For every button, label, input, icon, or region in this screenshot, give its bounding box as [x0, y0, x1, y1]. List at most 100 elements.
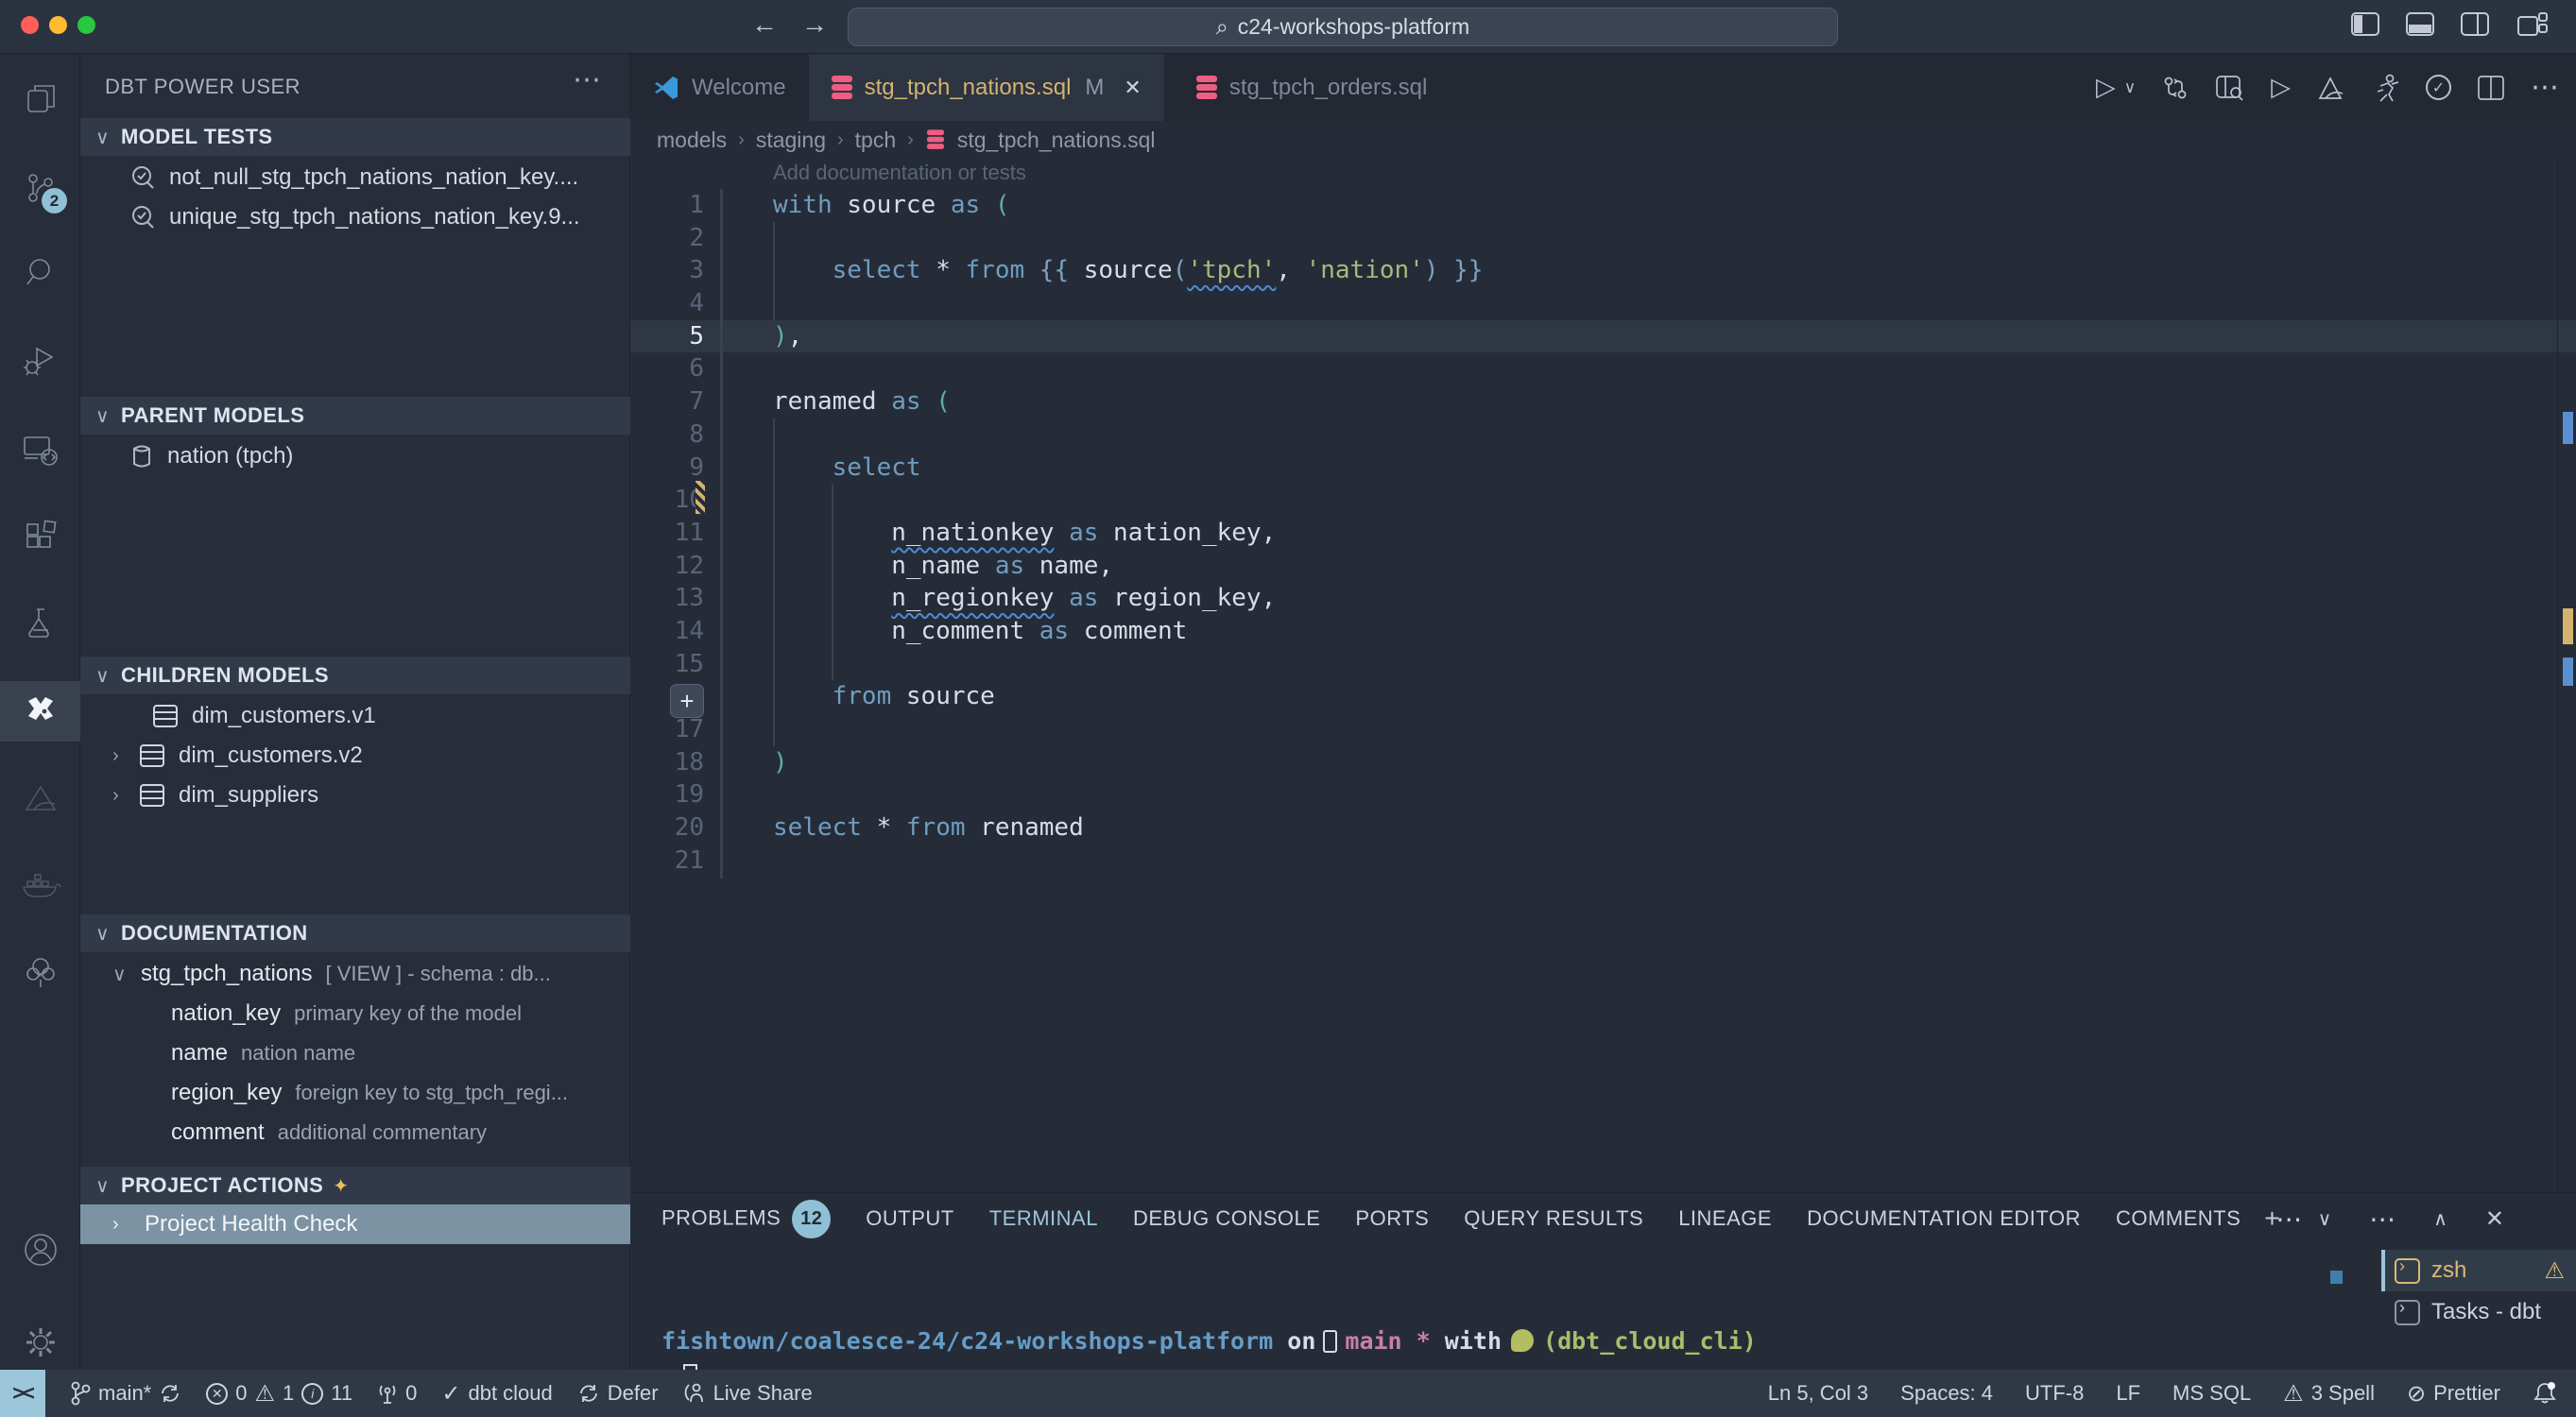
terminal-content[interactable]: fishtown/coalesce-24/c24-workshops-platf… — [630, 1244, 2378, 1370]
panel-tab-debug-console[interactable]: DEBUG CONSOLE — [1133, 1206, 1320, 1231]
dbt-icon[interactable] — [0, 768, 80, 828]
close-panel-icon[interactable]: ✕ — [2485, 1205, 2504, 1233]
doc-column-row[interactable]: nation_key primary key of the model — [80, 994, 630, 1033]
forward-icon[interactable]: → — [801, 9, 828, 40]
docker-icon[interactable] — [0, 855, 80, 915]
section-project-actions[interactable]: ∨ PROJECT ACTIONS ✦ — [80, 1167, 630, 1204]
panel-more-actions-icon[interactable]: ⋯ — [2369, 1204, 2396, 1235]
source-control-icon[interactable]: 2 — [0, 159, 80, 219]
run-fast-icon[interactable] — [2372, 73, 2400, 103]
breadcrumb-item[interactable]: models — [657, 128, 727, 153]
status-spell-checker[interactable]: ⚠ 3 Spell — [2283, 1380, 2375, 1408]
code-line[interactable]: 20select * from renamed — [630, 811, 2576, 845]
search-sidebar-icon[interactable] — [0, 243, 80, 303]
code-line[interactable]: 1with source as ( — [630, 189, 2576, 222]
code-line[interactable]: 10 — [630, 484, 2576, 517]
code-line[interactable]: 9 select — [630, 452, 2576, 485]
execute-query-icon[interactable]: ▷ — [2271, 73, 2291, 102]
panel-tab-terminal[interactable]: TERMINAL — [989, 1206, 1098, 1231]
code-line[interactable]: 18) — [630, 746, 2576, 779]
compare-icon[interactable] — [2161, 74, 2190, 102]
section-parent-models[interactable]: ∨ PARENT MODELS — [80, 397, 630, 435]
panel-tab-ports[interactable]: PORTS — [1355, 1206, 1429, 1231]
doc-column-row[interactable]: region_key foreign key to stg_tpch_regi.… — [80, 1073, 630, 1113]
split-editor-icon[interactable] — [2477, 75, 2505, 101]
close-tab-icon[interactable]: ✕ — [1124, 76, 1141, 100]
status-problems[interactable]: ✕0 ⚠1 i11 — [206, 1380, 352, 1408]
parent-model-item[interactable]: nation (tpch) — [80, 436, 630, 476]
codelens-add-documentation[interactable]: Add documentation or tests — [773, 161, 1026, 185]
model-test-item[interactable]: unique_stg_tpch_nations_nation_key.9... — [80, 197, 630, 237]
code-line[interactable]: 3 select * from {{ source('tpch', 'natio… — [630, 254, 2576, 287]
code-line[interactable]: 21 — [630, 845, 2576, 878]
code-line[interactable]: 12 n_name as name, — [630, 550, 2576, 583]
breadcrumb-item[interactable]: tpch — [855, 128, 896, 153]
terminal-dropdown-icon[interactable]: ∨ — [2318, 1207, 2332, 1231]
run-dropdown-icon[interactable]: ▷ — [2096, 73, 2116, 102]
status-branch[interactable]: main* — [70, 1381, 181, 1406]
terminal-tab-zsh[interactable]: zsh ⚠ — [2381, 1250, 2576, 1291]
remote-indicator[interactable]: >< — [0, 1370, 45, 1417]
remote-explorer-icon[interactable] — [0, 418, 80, 479]
breadcrumb[interactable]: models › staging › tpch › stg_tpch_natio… — [630, 121, 2576, 159]
doc-column-row[interactable]: name nation name — [80, 1033, 630, 1073]
documentation-model-row[interactable]: ∨ stg_tpch_nations [ VIEW ] - schema : d… — [80, 954, 630, 994]
code-line[interactable]: 8 — [630, 418, 2576, 452]
back-icon[interactable]: ← — [751, 9, 778, 40]
new-terminal-icon[interactable]: + — [2264, 1204, 2279, 1234]
close-window-button[interactable] — [21, 16, 39, 34]
more-actions-icon[interactable]: ⋯ — [2531, 71, 2559, 104]
code-line[interactable]: 19 — [630, 778, 2576, 811]
code-line[interactable]: 14 n_comment as comment — [630, 615, 2576, 648]
customize-layout-icon[interactable] — [2517, 12, 2548, 37]
terminal-tab-tasks-dbt[interactable]: Tasks - dbt — [2381, 1291, 2576, 1333]
status-cursor-position[interactable]: Ln 5, Col 3 — [1768, 1381, 1868, 1406]
tab-welcome[interactable]: Welcome — [630, 54, 809, 121]
project-health-check-item[interactable]: › Project Health Check — [80, 1204, 630, 1244]
code-line[interactable]: 11 n_nationkey as nation_key, — [630, 517, 2576, 550]
preview-search-icon[interactable] — [2215, 74, 2245, 102]
panel-tab-problems[interactable]: PROBLEMS12 — [661, 1200, 831, 1238]
doc-column-row[interactable]: comment additional commentary — [80, 1113, 630, 1152]
dbt-docs-icon[interactable] — [2316, 74, 2346, 102]
run-debug-icon[interactable] — [0, 330, 80, 390]
code-line[interactable]: 4 — [630, 287, 2576, 320]
section-documentation[interactable]: ∨ DOCUMENTATION — [80, 914, 630, 952]
status-defer[interactable]: Defer — [577, 1381, 659, 1406]
build-check-icon[interactable]: ✓ — [2426, 75, 2451, 100]
toggle-sidebar-icon[interactable] — [2351, 12, 2379, 37]
tab-stg-tpch-nations[interactable]: stg_tpch_nations.sql M ✕ — [809, 54, 1164, 121]
explorer-icon[interactable] — [0, 68, 80, 128]
code-line[interactable]: 17 — [630, 713, 2576, 746]
panel-tab-comments[interactable]: COMMENTS — [2116, 1206, 2241, 1231]
breadcrumb-file[interactable]: stg_tpch_nations.sql — [957, 128, 1156, 153]
code-line[interactable]: 7renamed as ( — [630, 385, 2576, 418]
status-indentation[interactable]: Spaces: 4 — [1900, 1381, 1993, 1406]
model-test-item[interactable]: not_null_stg_tpch_nations_nation_key.... — [80, 158, 630, 197]
minimize-window-button[interactable] — [49, 16, 67, 34]
overview-ruler[interactable] — [2557, 159, 2576, 1192]
status-live-share[interactable]: Live Share — [683, 1381, 813, 1406]
panel-tab-documentation-editor[interactable]: DOCUMENTATION EDITOR — [1807, 1206, 2081, 1231]
breadcrumb-item[interactable]: staging — [756, 128, 826, 153]
status-encoding[interactable]: UTF-8 — [2025, 1381, 2084, 1406]
add-line-action-button[interactable]: + — [670, 684, 704, 718]
code-line[interactable]: 13 n_regionkey as region_key, — [630, 582, 2576, 615]
section-children-models[interactable]: ∨ CHILDREN MODELS — [80, 657, 630, 694]
run-chevron-icon[interactable]: ∨ — [2124, 78, 2136, 97]
panel-tab-output[interactable]: OUTPUT — [866, 1206, 953, 1231]
panel-tab-lineage[interactable]: LINEAGE — [1678, 1206, 1772, 1231]
code-line[interactable]: 16 from source — [630, 680, 2576, 713]
tab-stg-tpch-orders[interactable]: stg_tpch_orders.sql — [1174, 54, 1450, 121]
code-line[interactable]: 15 — [630, 648, 2576, 681]
accounts-icon[interactable] — [0, 1220, 80, 1280]
testing-icon[interactable] — [0, 592, 80, 653]
status-language-mode[interactable]: MS SQL — [2172, 1381, 2251, 1406]
code-line[interactable]: 5), — [630, 320, 2576, 353]
settings-gear-icon[interactable] — [0, 1312, 80, 1373]
code-line[interactable]: 2 — [630, 222, 2576, 255]
status-prettier[interactable]: ⊘ Prettier — [2407, 1380, 2500, 1408]
dbt-power-user-icon[interactable] — [0, 681, 80, 742]
code-line[interactable]: 6 — [630, 352, 2576, 385]
child-model-item[interactable]: › dim_customers.v2 — [80, 736, 630, 776]
